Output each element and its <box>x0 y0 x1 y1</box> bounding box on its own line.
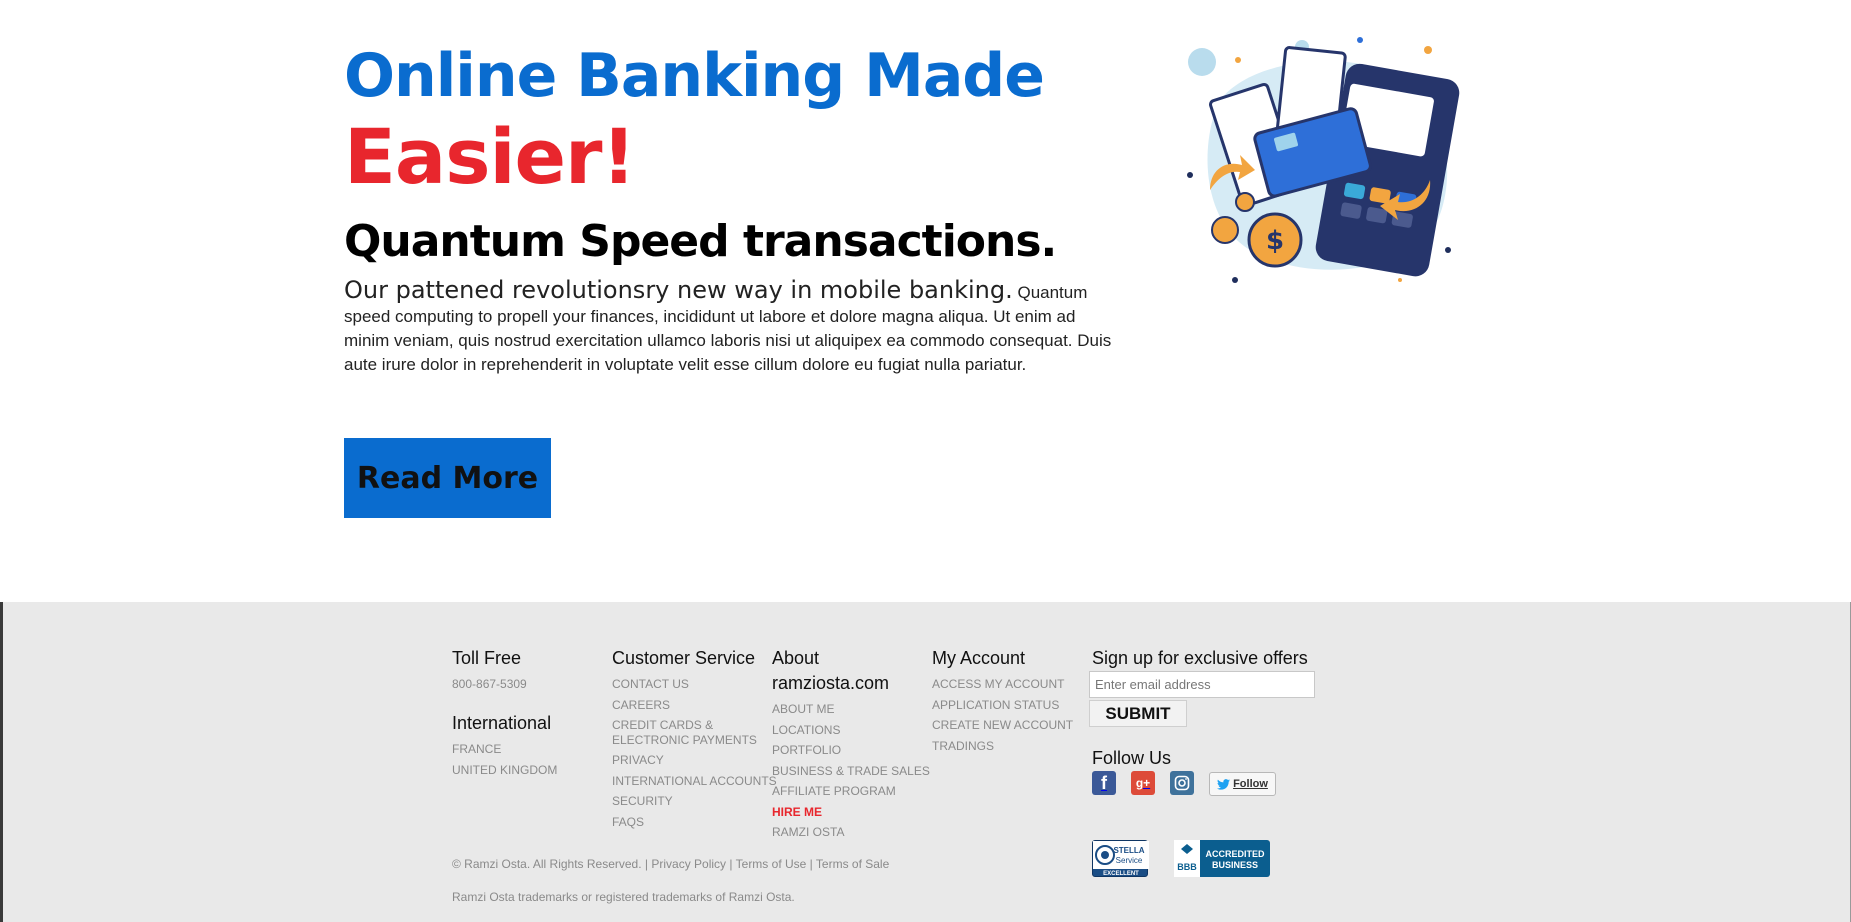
link-privacy[interactable]: PRIVACY <box>612 753 762 768</box>
footer-col-about: About ramziosta.com ABOUT ME LOCATIONS P… <box>772 646 930 840</box>
bbb-badge-line1: ACCREDITED <box>1205 849 1265 859</box>
link-ramzi-osta[interactable]: RAMZI OSTA <box>772 825 922 840</box>
signup-heading: Sign up for exclusive offers <box>1092 648 1308 668</box>
bbb-badge-line2: BUSINESS <box>1212 860 1258 870</box>
toll-free-heading: Toll Free <box>452 648 522 668</box>
hero-subheadline: Quantum Speed transactions. <box>344 216 1057 267</box>
link-portfolio[interactable]: PORTFOLIO <box>772 743 922 758</box>
bbb-accredited-badge[interactable]: BBB ACCREDITED BUSINESS <box>1174 840 1270 877</box>
footer-col-my-account: My Account ACCESS MY ACCOUNT APPLICATION… <box>932 646 1082 753</box>
link-faqs[interactable]: FAQS <box>612 815 762 830</box>
stella-service-badge-icon: STELLA Service EXCELLENT <box>1093 841 1149 877</box>
legal-links: © Ramzi Osta. All Rights Reserved. | Pri… <box>452 857 890 871</box>
link-application-status[interactable]: APPLICATION STATUS <box>932 698 1082 713</box>
link-united-kingdom[interactable]: UNITED KINGDOM <box>452 763 557 778</box>
google-plus-icon: g+ <box>1131 771 1155 795</box>
twitter-follow-label: Follow <box>1233 778 1268 790</box>
link-tradings[interactable]: TRADINGS <box>932 739 1082 754</box>
my-account-heading: My Account <box>932 648 1026 668</box>
link-france[interactable]: FRANCE <box>452 742 557 757</box>
hero-paragraph: Our pattened revolutionsry new way in mo… <box>344 278 1114 377</box>
link-security[interactable]: SECURITY <box>612 794 762 809</box>
link-international-accounts[interactable]: INTERNATIONAL ACCOUNTS <box>612 774 777 789</box>
email-field[interactable] <box>1089 671 1315 698</box>
hero-headline: Online Banking Made <box>344 41 1045 111</box>
link-locations[interactable]: LOCATIONS <box>772 723 922 738</box>
stella-badge-line2: Service <box>1116 856 1143 865</box>
link-business-trade-sales[interactable]: BUSINESS & TRADE SALES <box>772 764 930 779</box>
twitter-follow-button[interactable]: Follow <box>1209 772 1276 796</box>
instagram-link[interactable] <box>1170 771 1194 797</box>
submit-button[interactable]: SUBMIT <box>1089 700 1187 727</box>
link-careers[interactable]: CAREERS <box>612 698 762 713</box>
hero-section: Online Banking Made Easier! Quantum Spee… <box>0 0 1851 602</box>
link-create-new-account[interactable]: CREATE NEW ACCOUNT <box>932 718 1082 733</box>
terms-of-use-link[interactable]: Terms of Use <box>736 857 807 871</box>
footer-col-contact: Toll Free 800-867-5309 International FRA… <box>452 646 557 777</box>
site-footer <box>3 602 1850 922</box>
banking-illustration-icon: $ <box>1187 37 1460 283</box>
stella-service-badge[interactable]: STELLA Service EXCELLENT <box>1092 840 1149 877</box>
hero-text: Online Banking Made Easier! Quantum Spee… <box>344 36 1114 377</box>
link-affiliate-program[interactable]: AFFILIATE PROGRAM <box>772 784 922 799</box>
link-credit-cards[interactable]: CREDIT CARDS & ELECTRONIC PAYMENTS <box>612 718 762 747</box>
twitter-icon <box>1217 778 1231 790</box>
stella-badge-line1: STELLA <box>1113 846 1144 855</box>
bbb-badge-mark: BBB <box>1177 862 1197 872</box>
google-plus-link[interactable]: g+ <box>1131 771 1155 797</box>
svg-text:$: $ <box>1266 226 1284 256</box>
facebook-link[interactable]: f <box>1092 771 1116 797</box>
international-heading: International <box>452 713 552 733</box>
customer-service-heading: Customer Service <box>612 648 756 668</box>
bbb-accredited-badge-icon: BBB ACCREDITED BUSINESS <box>1174 840 1265 877</box>
link-contact-us[interactable]: CONTACT US <box>612 677 762 692</box>
follow-us-heading: Follow Us <box>1092 748 1172 768</box>
instagram-icon <box>1170 771 1194 795</box>
facebook-icon: f <box>1092 771 1116 795</box>
footer-col-signup: Sign up for exclusive offers <box>1092 646 1352 671</box>
footer-col-customer-service: Customer Service CONTACT US CAREERS CRED… <box>612 646 777 830</box>
about-heading: About ramziosta.com <box>772 648 890 693</box>
hero-headline-accent: Easier! <box>344 112 636 201</box>
stella-badge-line3: EXCELLENT <box>1103 871 1139 877</box>
link-hire-me[interactable]: HIRE ME <box>772 805 922 820</box>
privacy-policy-link[interactable]: Privacy Policy <box>651 857 726 871</box>
link-access-my-account[interactable]: ACCESS MY ACCOUNT <box>932 677 1082 692</box>
follow-us-block: Follow Us <box>1092 746 1171 771</box>
read-more-button[interactable]: Read More <box>344 438 551 518</box>
link-about-me[interactable]: ABOUT ME <box>772 702 922 717</box>
toll-free-phone: 800-867-5309 <box>452 677 527 691</box>
hero-paragraph-lead: Our pattened revolutionsry new way in mo… <box>344 276 1013 304</box>
terms-of-sale-link[interactable]: Terms of Sale <box>816 857 889 871</box>
copyright-text: © Ramzi Osta. All Rights Reserved. <box>452 857 642 871</box>
trademark-text: Ramzi Osta trademarks or registered trad… <box>452 890 795 904</box>
